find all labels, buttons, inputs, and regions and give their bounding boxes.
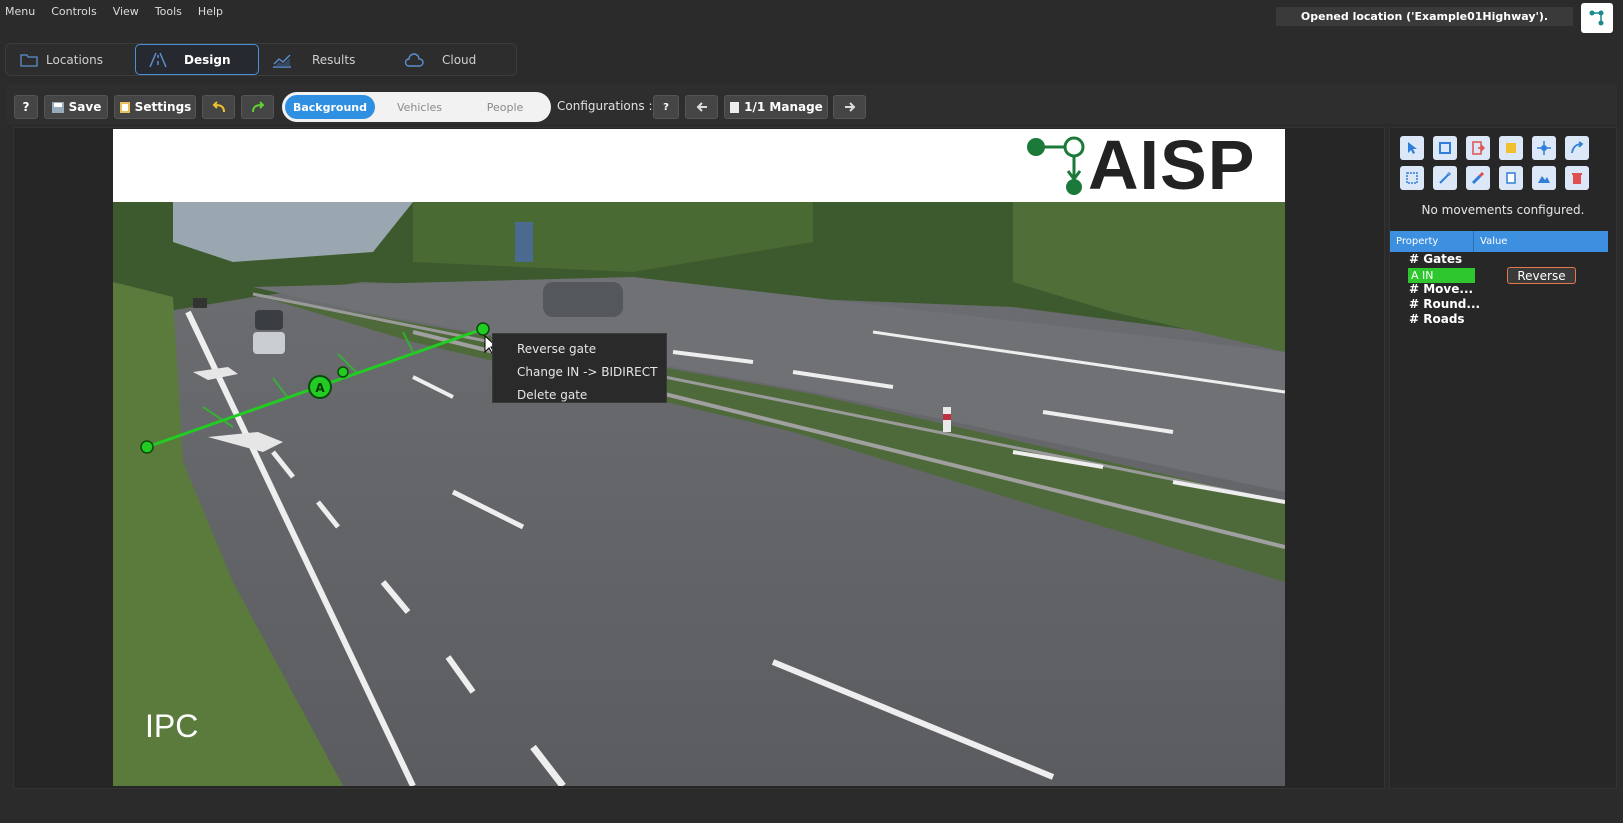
change-direction-item[interactable]: Change IN -> BIDIRECT — [493, 360, 666, 383]
prev-config-button[interactable] — [685, 95, 718, 119]
layer-people[interactable]: People — [462, 95, 548, 119]
aisp-logo-text: AISP — [1088, 129, 1256, 204]
tree-gates[interactable]: # Gates — [1409, 252, 1462, 266]
select-tool-icon[interactable] — [1400, 136, 1424, 160]
highway-scene: IPC A — [113, 202, 1285, 786]
ipc-watermark: IPC — [145, 708, 198, 744]
undo-icon — [212, 101, 225, 113]
tab-label: Results — [312, 52, 356, 67]
arrow-left-icon — [696, 102, 707, 112]
redo-icon — [251, 101, 264, 113]
tree-roads[interactable]: # Roads — [1409, 312, 1465, 326]
roundabout-tool-icon[interactable] — [1499, 136, 1523, 160]
add-gate-tool-icon[interactable] — [1433, 136, 1457, 160]
menu-view[interactable]: View — [113, 5, 139, 18]
menu-tools[interactable]: Tools — [155, 5, 182, 18]
brush-tool-icon[interactable] — [1466, 166, 1490, 190]
aisp-banner: AISP — [113, 129, 1285, 204]
help-label: ? — [22, 100, 30, 114]
tab-locations[interactable]: Locations — [20, 44, 130, 75]
tree-movements[interactable]: # Move... — [1409, 282, 1473, 296]
app-logo-icon[interactable] — [1581, 3, 1613, 33]
undo-button[interactable] — [202, 95, 235, 119]
menu-help[interactable]: Help — [198, 5, 223, 18]
menu-controls[interactable]: Controls — [51, 5, 97, 18]
tab-results[interactable]: Results — [272, 44, 382, 75]
next-config-button[interactable] — [833, 95, 866, 119]
tab-cloud[interactable]: Cloud — [404, 44, 514, 75]
layer-background[interactable]: Background — [285, 95, 375, 119]
curve-tool-icon[interactable] — [1565, 136, 1589, 160]
status-bar — [0, 793, 1623, 823]
reverse-button[interactable]: Reverse — [1507, 267, 1576, 284]
config-help-label: ? — [663, 101, 669, 113]
add-movement-tool-icon[interactable] — [1466, 136, 1490, 160]
no-movements-text: No movements configured. — [1421, 203, 1585, 217]
reverse-gate-item[interactable]: Reverse gate — [493, 337, 666, 360]
save-icon — [51, 101, 64, 113]
road-icon — [149, 52, 167, 67]
gate-item-a-in[interactable]: A IN — [1408, 268, 1475, 283]
layer-switch: Background Vehicles People — [282, 92, 551, 122]
gate-marker-label: A — [315, 381, 325, 395]
camera-view[interactable]: AISP IPC A — [113, 129, 1285, 786]
tab-label: Locations — [46, 52, 104, 67]
property-header: Property — [1390, 231, 1474, 252]
help-button[interactable]: ? — [14, 95, 38, 119]
save-label: Save — [68, 100, 102, 114]
delete-gate-item[interactable]: Delete gate — [493, 383, 666, 406]
arrow-right-icon — [844, 102, 855, 112]
manage-label: 1/1 Manage — [744, 100, 823, 114]
main-tabs: Locations Design Results Cloud — [5, 43, 517, 76]
tab-label: Design — [184, 52, 231, 67]
redo-button[interactable] — [241, 95, 274, 119]
status-message: Opened location ('Example01Highway'). — [1276, 7, 1573, 26]
config-help-button[interactable]: ? — [653, 95, 679, 119]
clipboard-icon — [119, 102, 130, 113]
terrain-tool-icon[interactable] — [1532, 166, 1556, 190]
layer-vehicles[interactable]: Vehicles — [377, 95, 462, 119]
folder-icon — [20, 53, 38, 67]
configurations-label: Configurations : — [557, 99, 653, 113]
tab-label: Cloud — [442, 52, 477, 67]
node-tool-icon[interactable] — [1532, 136, 1556, 160]
settings-button[interactable]: Settings — [114, 95, 196, 119]
document-icon — [730, 101, 740, 113]
gate-context-menu: Reverse gate Change IN -> BIDIRECT Delet… — [492, 333, 667, 403]
manage-button[interactable]: 1/1 Manage — [724, 95, 828, 119]
save-button[interactable]: Save — [44, 95, 108, 119]
value-header: Value — [1480, 236, 1508, 247]
cloud-icon — [404, 52, 424, 67]
shape-tool-icon[interactable] — [1499, 166, 1523, 190]
right-panel — [1389, 127, 1617, 789]
property-table-header: Property Value — [1390, 231, 1608, 252]
region-tool-icon[interactable] — [1400, 166, 1424, 190]
chart-icon — [273, 54, 291, 68]
settings-label: Settings — [134, 100, 192, 114]
tree-roundabouts[interactable]: # Round... — [1409, 297, 1480, 311]
magic-wand-tool-icon[interactable] — [1433, 166, 1457, 190]
tab-design[interactable]: Design — [135, 44, 259, 75]
menu-menu[interactable]: Menu — [5, 5, 35, 18]
delete-tool-icon[interactable] — [1565, 166, 1589, 190]
